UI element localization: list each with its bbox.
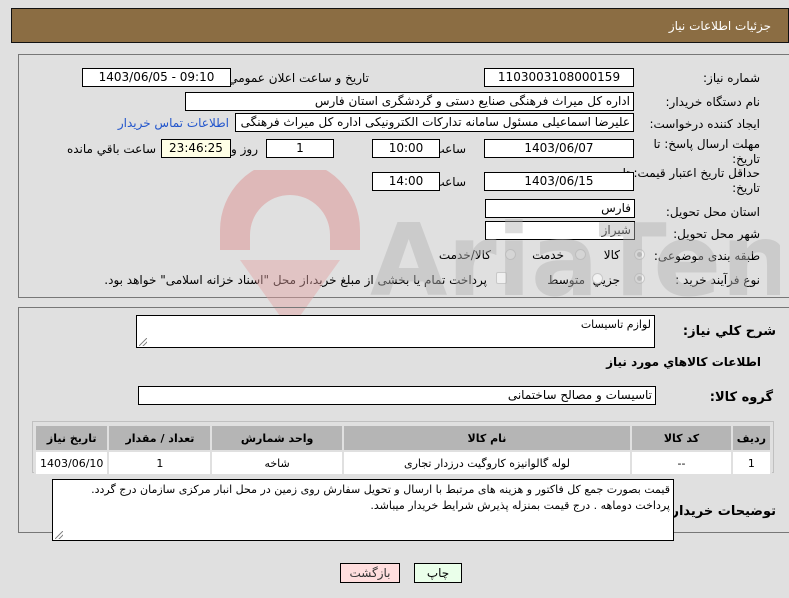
items-table-header: رديف کد کالا نام کالا واحد شمارش تعداد /… xyxy=(33,424,773,452)
delivery-city-field: شيراز xyxy=(485,221,635,240)
buyer-org-field: اداره کل میراث فرهنگی صنایع دستی و گردشگ… xyxy=(185,92,634,111)
response-deadline-date: 1403/06/07 xyxy=(484,139,634,158)
buyer-contact-link[interactable]: اطلاعات تماس خريدار xyxy=(118,116,229,130)
purchase-type-option-medium: متوسط xyxy=(547,273,585,287)
delivery-city-label: شهر محل تحويل: xyxy=(673,227,760,241)
delivery-province-field: فارس xyxy=(485,199,635,218)
need-number-field: 1103003108000159 xyxy=(484,68,634,87)
category-radio-service[interactable] xyxy=(575,249,586,260)
page-header: جزئيات اطلاعات نياز xyxy=(11,8,789,43)
announce-datetime-field: 1403/06/05 - 09:10 xyxy=(82,68,231,87)
page-title: جزئيات اطلاعات نياز xyxy=(668,19,771,33)
need-number-label: شماره نياز: xyxy=(703,71,760,85)
items-table: رديف کد کالا نام کالا واحد شمارش تعداد /… xyxy=(33,424,773,476)
category-radio-goods[interactable] xyxy=(634,249,645,260)
response-deadline-label-2: تاريخ: xyxy=(732,152,760,166)
requester-field: علیرضا اسماعیلی مسئول سامانه تدارکات الک… xyxy=(235,113,634,132)
cell-name: لوله گالوانیزه کاروگیت درزدار تجاری xyxy=(341,450,633,476)
goods-group-field: تاسیسات و مصالح ساختمانی xyxy=(138,386,656,405)
delivery-province-label: استان محل تحويل: xyxy=(665,205,760,219)
cell-need-date: 1403/06/10 xyxy=(33,450,110,476)
goods-group-label: گروه کالا: xyxy=(709,390,773,405)
remaining-label: ساعت باقي مانده xyxy=(66,142,156,156)
price-validity-label-2: تاريخ: xyxy=(732,181,760,195)
price-validity-time: 14:00 xyxy=(372,172,440,191)
purchase-type-label: نوع فرآيند خريد : xyxy=(675,273,760,287)
category-option-goods: کالا xyxy=(603,248,620,262)
treasury-checkbox[interactable] xyxy=(496,272,507,284)
category-label: طبقه بندی موضوعی: xyxy=(653,249,760,263)
col-code: کد کالا xyxy=(630,424,733,452)
table-row: 1 -- لوله گالوانیزه کاروگیت درزدار تجاری… xyxy=(33,450,773,476)
cell-code: -- xyxy=(630,450,733,476)
requester-label: ايجاد کننده درخواست: xyxy=(649,117,760,131)
cell-row: 1 xyxy=(730,450,773,476)
response-deadline-label: مهلت ارسال پاسخ: تا xyxy=(653,137,760,151)
treasury-note: پرداخت تمام يا بخشی از مبلغ خريد،از محل … xyxy=(104,273,487,287)
items-title: اطلاعات کالاهاي مورد نياز xyxy=(606,355,761,369)
col-row: رديف xyxy=(730,424,773,452)
print-button[interactable]: چاپ xyxy=(414,563,462,583)
response-deadline-time: 10:00 xyxy=(372,139,440,158)
cell-qty: 1 xyxy=(107,450,213,476)
cell-unit: شاخه xyxy=(210,450,344,476)
buyer-notes-text: قیمت بصورت جمع کل فاکتور و هزینه های مرت… xyxy=(91,483,670,512)
price-validity-date: 1403/06/15 xyxy=(484,172,634,191)
resize-grip-icon[interactable] xyxy=(139,338,147,346)
col-name: نام کالا xyxy=(341,424,633,452)
category-radio-goods-service[interactable] xyxy=(505,249,516,260)
buyer-notes-textarea[interactable]: قیمت بصورت جمع کل فاکتور و هزینه های مرت… xyxy=(52,479,674,541)
col-unit: واحد شمارش xyxy=(210,424,344,452)
remaining-days: 1 xyxy=(266,139,334,158)
remaining-time: 23:46:25 xyxy=(161,139,231,158)
buyer-org-label: نام دستگاه خريدار: xyxy=(665,95,761,109)
general-desc-label: شرح کلي نياز: xyxy=(682,324,776,339)
purchase-type-radio-medium[interactable] xyxy=(592,273,603,284)
buyer-notes-label: توضيحات خريدار: xyxy=(666,504,776,519)
col-need-date: تاريخ نياز xyxy=(33,424,110,452)
purchase-type-radio-minor[interactable] xyxy=(634,273,645,284)
general-desc-text: لوازم تاسیسات xyxy=(580,318,651,331)
back-button[interactable]: بازگشت xyxy=(340,563,400,583)
days-label: روز و xyxy=(231,142,258,156)
announce-datetime-label: تاريخ و ساعت اعلان عمومي: xyxy=(224,71,369,85)
category-option-service: خدمت xyxy=(532,248,564,262)
col-qty: تعداد / مقدار xyxy=(107,424,213,452)
general-desc-textarea[interactable]: لوازم تاسیسات xyxy=(136,315,655,348)
price-validity-label: حداقل تاريخ اعتبار قيمت: تا xyxy=(622,166,760,180)
resize-grip-icon[interactable] xyxy=(55,531,63,539)
category-option-goods-service: کالا/خدمت xyxy=(438,248,491,262)
